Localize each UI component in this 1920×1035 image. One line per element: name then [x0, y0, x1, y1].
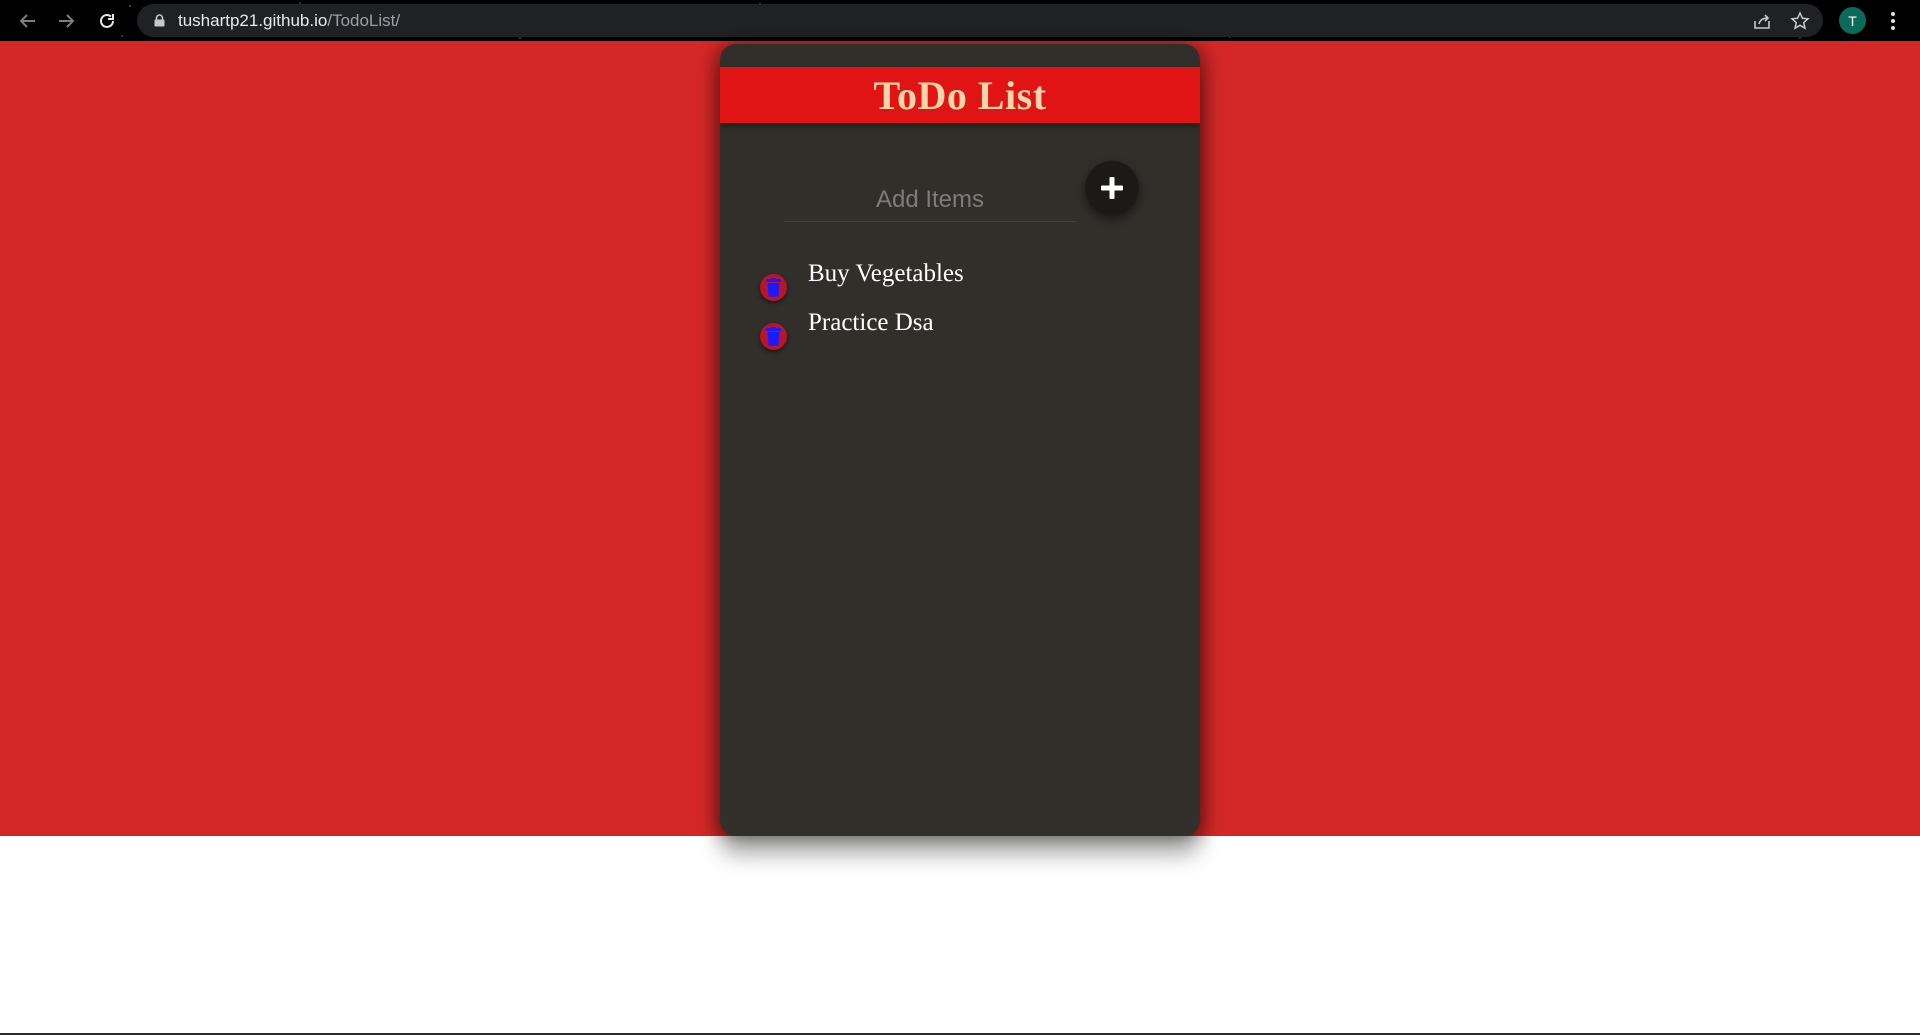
address-bar[interactable]: tushartp21.github.io/TodoList/ — [137, 4, 1823, 37]
delete-item-button[interactable] — [760, 323, 787, 350]
trash-icon — [766, 278, 781, 297]
page-title: ToDo List — [873, 72, 1047, 118]
profile-avatar[interactable]: T — [1839, 7, 1866, 34]
share-icon — [1754, 14, 1770, 29]
todo-item-text: Practice Dsa — [808, 309, 934, 336]
url-host: tushartp21.github.io — [178, 11, 328, 30]
browser-toolbar: tushartp21.github.io/TodoList/ T — [0, 0, 1920, 41]
todo-card: ToDo List Buy Vegetables — [720, 44, 1200, 836]
browser-menu-button[interactable] — [1886, 9, 1900, 33]
plus-icon — [1101, 177, 1123, 199]
url-text: tushartp21.github.io/TodoList/ — [178, 11, 400, 31]
menu-dot — [1891, 19, 1895, 23]
todo-item-text: Buy Vegetables — [808, 260, 964, 287]
reload-icon — [100, 13, 114, 28]
forward-button[interactable] — [54, 8, 80, 34]
arrow-left-icon — [19, 14, 35, 28]
menu-dot — [1891, 26, 1895, 30]
star-icon — [1790, 11, 1810, 30]
url-path: /TodoList/ — [327, 11, 401, 30]
back-button[interactable] — [14, 8, 40, 34]
delete-item-button[interactable] — [760, 274, 787, 301]
reload-button[interactable] — [94, 8, 120, 34]
trash-icon — [766, 327, 781, 346]
arrow-right-icon — [59, 14, 75, 28]
avatar-letter: T — [1848, 12, 1857, 29]
card-header: ToDo List — [720, 67, 1200, 123]
bookmark-button[interactable] — [1789, 10, 1811, 32]
list-item: Buy Vegetables — [760, 251, 1180, 301]
menu-dot — [1891, 12, 1895, 16]
lock-icon — [154, 14, 165, 27]
add-item-button[interactable] — [1085, 161, 1139, 215]
add-item-input[interactable] — [784, 179, 1076, 222]
share-button[interactable] — [1751, 10, 1773, 32]
list-item: Practice Dsa — [760, 300, 1180, 350]
